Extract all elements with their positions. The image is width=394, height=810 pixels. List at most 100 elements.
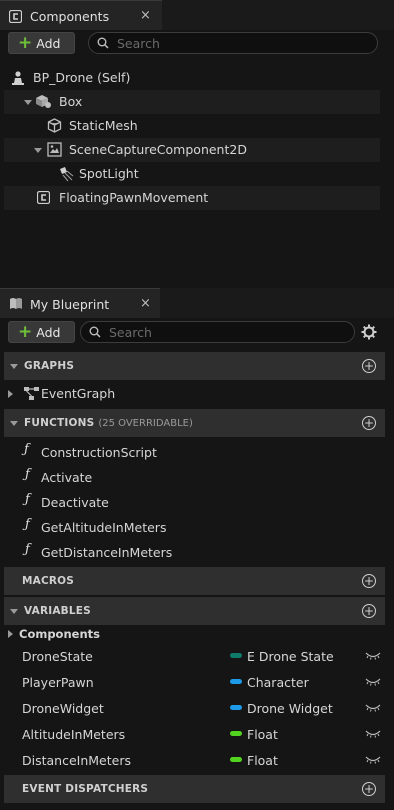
search-icon <box>89 326 101 338</box>
variable-row[interactable]: DroneState E Drone State <box>4 643 385 669</box>
section-title: MACROS <box>22 575 75 587</box>
variable-category-components[interactable]: Components <box>4 624 380 644</box>
variables-section-header[interactable]: VARIABLES + <box>4 597 385 625</box>
function-label: Activate <box>41 470 93 485</box>
function-label: GetAltitudeInMeters <box>41 520 167 535</box>
graphs-section-header[interactable]: GRAPHS + <box>4 352 385 380</box>
tree-item-spotlight[interactable]: SpotLight <box>4 162 380 186</box>
function-item[interactable]: ƒ ConstructionScript <box>4 440 380 464</box>
event-graph-icon <box>24 387 39 400</box>
tree-item-label: StaticMesh <box>69 118 138 133</box>
chevron-down-icon <box>10 608 18 614</box>
variable-row[interactable]: AltitudeInMeters Float <box>4 721 385 747</box>
components-search-input[interactable]: Search <box>88 32 378 54</box>
my-blueprint-panel: My Blueprint × + Add Search GRAPHS + Eve… <box>0 288 394 810</box>
chevron-right-icon[interactable] <box>8 630 13 638</box>
tree-item-staticmesh[interactable]: StaticMesh <box>4 114 380 138</box>
components-tab[interactable]: Components × <box>0 0 162 30</box>
close-icon[interactable]: × <box>140 8 151 23</box>
visibility-eye-icon[interactable] <box>365 677 381 686</box>
section-title: EVENT DISPATCHERS <box>22 783 149 795</box>
variable-type-pill <box>230 679 242 684</box>
variable-name: DistanceInMeters <box>22 752 131 768</box>
variable-name: DroneWidget <box>22 700 104 716</box>
add-variable-icon[interactable]: + <box>362 604 376 618</box>
chevron-down-icon[interactable] <box>24 100 32 105</box>
add-blueprint-item-button[interactable]: + Add <box>8 321 75 343</box>
function-item[interactable]: ƒ GetAltitudeInMeters <box>4 515 380 539</box>
category-label: Components <box>19 627 100 641</box>
construction-function-icon: ƒ <box>24 442 29 457</box>
variable-name: PlayerPawn <box>22 674 94 690</box>
function-icon: ƒ <box>25 517 30 532</box>
blueprint-tabbar: My Blueprint × <box>0 288 394 318</box>
functions-section-header[interactable]: FUNCTIONS (25 OVERRIDABLE) + <box>4 409 385 437</box>
chevron-down-icon[interactable] <box>34 148 42 153</box>
tree-item-label: Box <box>59 94 83 109</box>
add-event-dispatcher-icon[interactable]: + <box>362 782 376 796</box>
gear-icon[interactable] <box>361 324 377 340</box>
tree-item-box[interactable]: Box <box>4 90 380 114</box>
tree-item-label: SceneCaptureComponent2D <box>69 142 247 157</box>
components-panel: Components × + Add Search BP_Drone (Self… <box>0 0 394 288</box>
variable-type: Drone Widget <box>247 700 333 716</box>
add-component-label: Add <box>36 35 61 51</box>
tree-item-scenecapture[interactable]: SceneCaptureComponent2D <box>4 138 380 162</box>
variable-type-pill <box>230 705 242 710</box>
chevron-right-icon[interactable] <box>8 390 13 398</box>
tree-item-label: SpotLight <box>79 166 139 181</box>
tree-item-label: FloatingPawnMovement <box>59 190 209 205</box>
macros-section-header[interactable]: MACROS + <box>4 567 385 595</box>
book-icon <box>10 298 22 309</box>
variable-type: Float <box>247 726 278 742</box>
visibility-eye-icon[interactable] <box>365 703 381 712</box>
chevron-down-icon <box>10 420 18 426</box>
variable-type: E Drone State <box>247 648 334 664</box>
overridable-count: (25 OVERRIDABLE) <box>98 417 193 429</box>
variable-row[interactable]: PlayerPawn Character <box>4 669 385 695</box>
tree-item-label: BP_Drone (Self) <box>33 70 131 85</box>
add-graph-icon[interactable]: + <box>362 359 376 373</box>
visibility-eye-icon[interactable] <box>365 729 381 738</box>
visibility-eye-icon[interactable] <box>365 755 381 764</box>
visibility-eye-icon[interactable] <box>365 651 381 660</box>
search-placeholder: Search <box>117 35 160 51</box>
tree-item-floatingpawnmovement[interactable]: FloatingPawnMovement <box>4 186 380 210</box>
my-blueprint-tab[interactable]: My Blueprint × <box>0 288 160 318</box>
close-icon[interactable]: × <box>140 296 151 311</box>
pawn-icon <box>12 71 24 85</box>
tree-item-bp-drone[interactable]: BP_Drone (Self) <box>4 66 380 90</box>
static-mesh-icon <box>47 118 62 133</box>
graph-item-eventgraph[interactable]: EventGraph <box>4 381 380 407</box>
function-label: GetDistanceInMeters <box>41 545 173 560</box>
function-item[interactable]: ƒ Activate <box>4 465 380 489</box>
add-function-icon[interactable]: + <box>362 416 376 430</box>
function-icon: ƒ <box>25 492 30 507</box>
blueprint-search-input[interactable]: Search <box>80 321 355 343</box>
add-component-button[interactable]: + Add <box>8 32 75 54</box>
search-icon <box>97 37 109 49</box>
function-icon: ƒ <box>25 542 30 557</box>
components-tab-title: Components <box>30 9 110 24</box>
spotlight-icon <box>60 167 74 182</box>
box-collision-icon <box>36 95 51 108</box>
plus-icon: + <box>18 322 33 342</box>
plus-icon: + <box>18 33 33 53</box>
variable-type: Character <box>247 674 309 690</box>
components-tabbar: Components × <box>0 0 394 30</box>
search-placeholder: Search <box>109 324 152 340</box>
event-dispatchers-section-header[interactable]: EVENT DISPATCHERS + <box>4 775 385 803</box>
function-item[interactable]: ƒ Deactivate <box>4 490 380 514</box>
chevron-down-icon <box>10 363 18 369</box>
function-icon: ƒ <box>25 467 30 482</box>
variable-name: DroneState <box>22 648 93 664</box>
add-macro-icon[interactable]: + <box>362 574 376 588</box>
variable-type-pill <box>230 731 242 736</box>
add-label: Add <box>36 324 61 340</box>
variable-row[interactable]: DroneWidget Drone Widget <box>4 695 385 721</box>
section-title: VARIABLES <box>24 605 91 617</box>
function-label: Deactivate <box>41 495 109 510</box>
scene-capture-icon <box>47 142 62 157</box>
variable-row[interactable]: DistanceInMeters Float <box>4 747 385 773</box>
function-item[interactable]: ƒ GetDistanceInMeters <box>4 540 380 564</box>
